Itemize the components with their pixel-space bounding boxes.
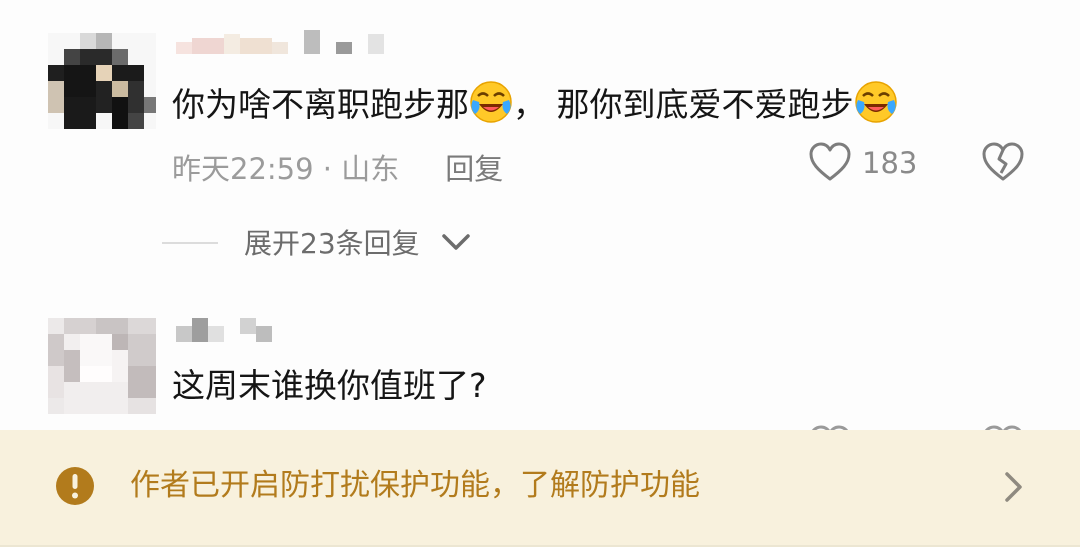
chevron-right-icon[interactable]: [1002, 470, 1026, 508]
notice-text[interactable]: 作者已开启防打扰保护功能，了解防护功能: [130, 466, 700, 506]
laugh-cry-emoji-icon: [854, 80, 898, 124]
comment-text[interactable]: 你为啥不离职跑步那 ， 那你到底爱不爱跑步: [172, 80, 898, 127]
laugh-cry-emoji-icon: [469, 80, 513, 124]
username-blurred[interactable]: [176, 30, 386, 56]
like-heart-icon[interactable]: [808, 141, 852, 187]
username-blurred[interactable]: [176, 318, 276, 344]
dislike-broken-heart-icon[interactable]: [981, 141, 1025, 187]
reply-button[interactable]: 回复: [445, 152, 503, 186]
comment-text-part1: 你为啥不离职跑步那: [172, 85, 469, 124]
comment-item: 你为啥不离职跑步那 ， 那你到底爱不爱跑步 昨天22:59 · 山东 回复 183: [0, 0, 1080, 300]
comment-text-part2: ， 那你到底爱不爱跑步: [513, 85, 854, 124]
avatar[interactable]: [48, 33, 156, 129]
expand-replies-label: 展开23条回复: [244, 227, 420, 260]
chevron-down-icon: [440, 230, 472, 258]
exclamation-circle-icon: [55, 466, 95, 510]
time-location: 昨天22:59 · 山东: [172, 152, 400, 186]
comment-item: 这周末谁换你值班了?: [0, 300, 1080, 464]
comment-text[interactable]: 这周末谁换你值班了?: [172, 364, 487, 408]
divider-line: [162, 242, 218, 244]
like-count: 183: [862, 146, 918, 180]
comment-meta: 昨天22:59 · 山东 回复: [172, 146, 503, 188]
avatar[interactable]: [48, 318, 156, 414]
